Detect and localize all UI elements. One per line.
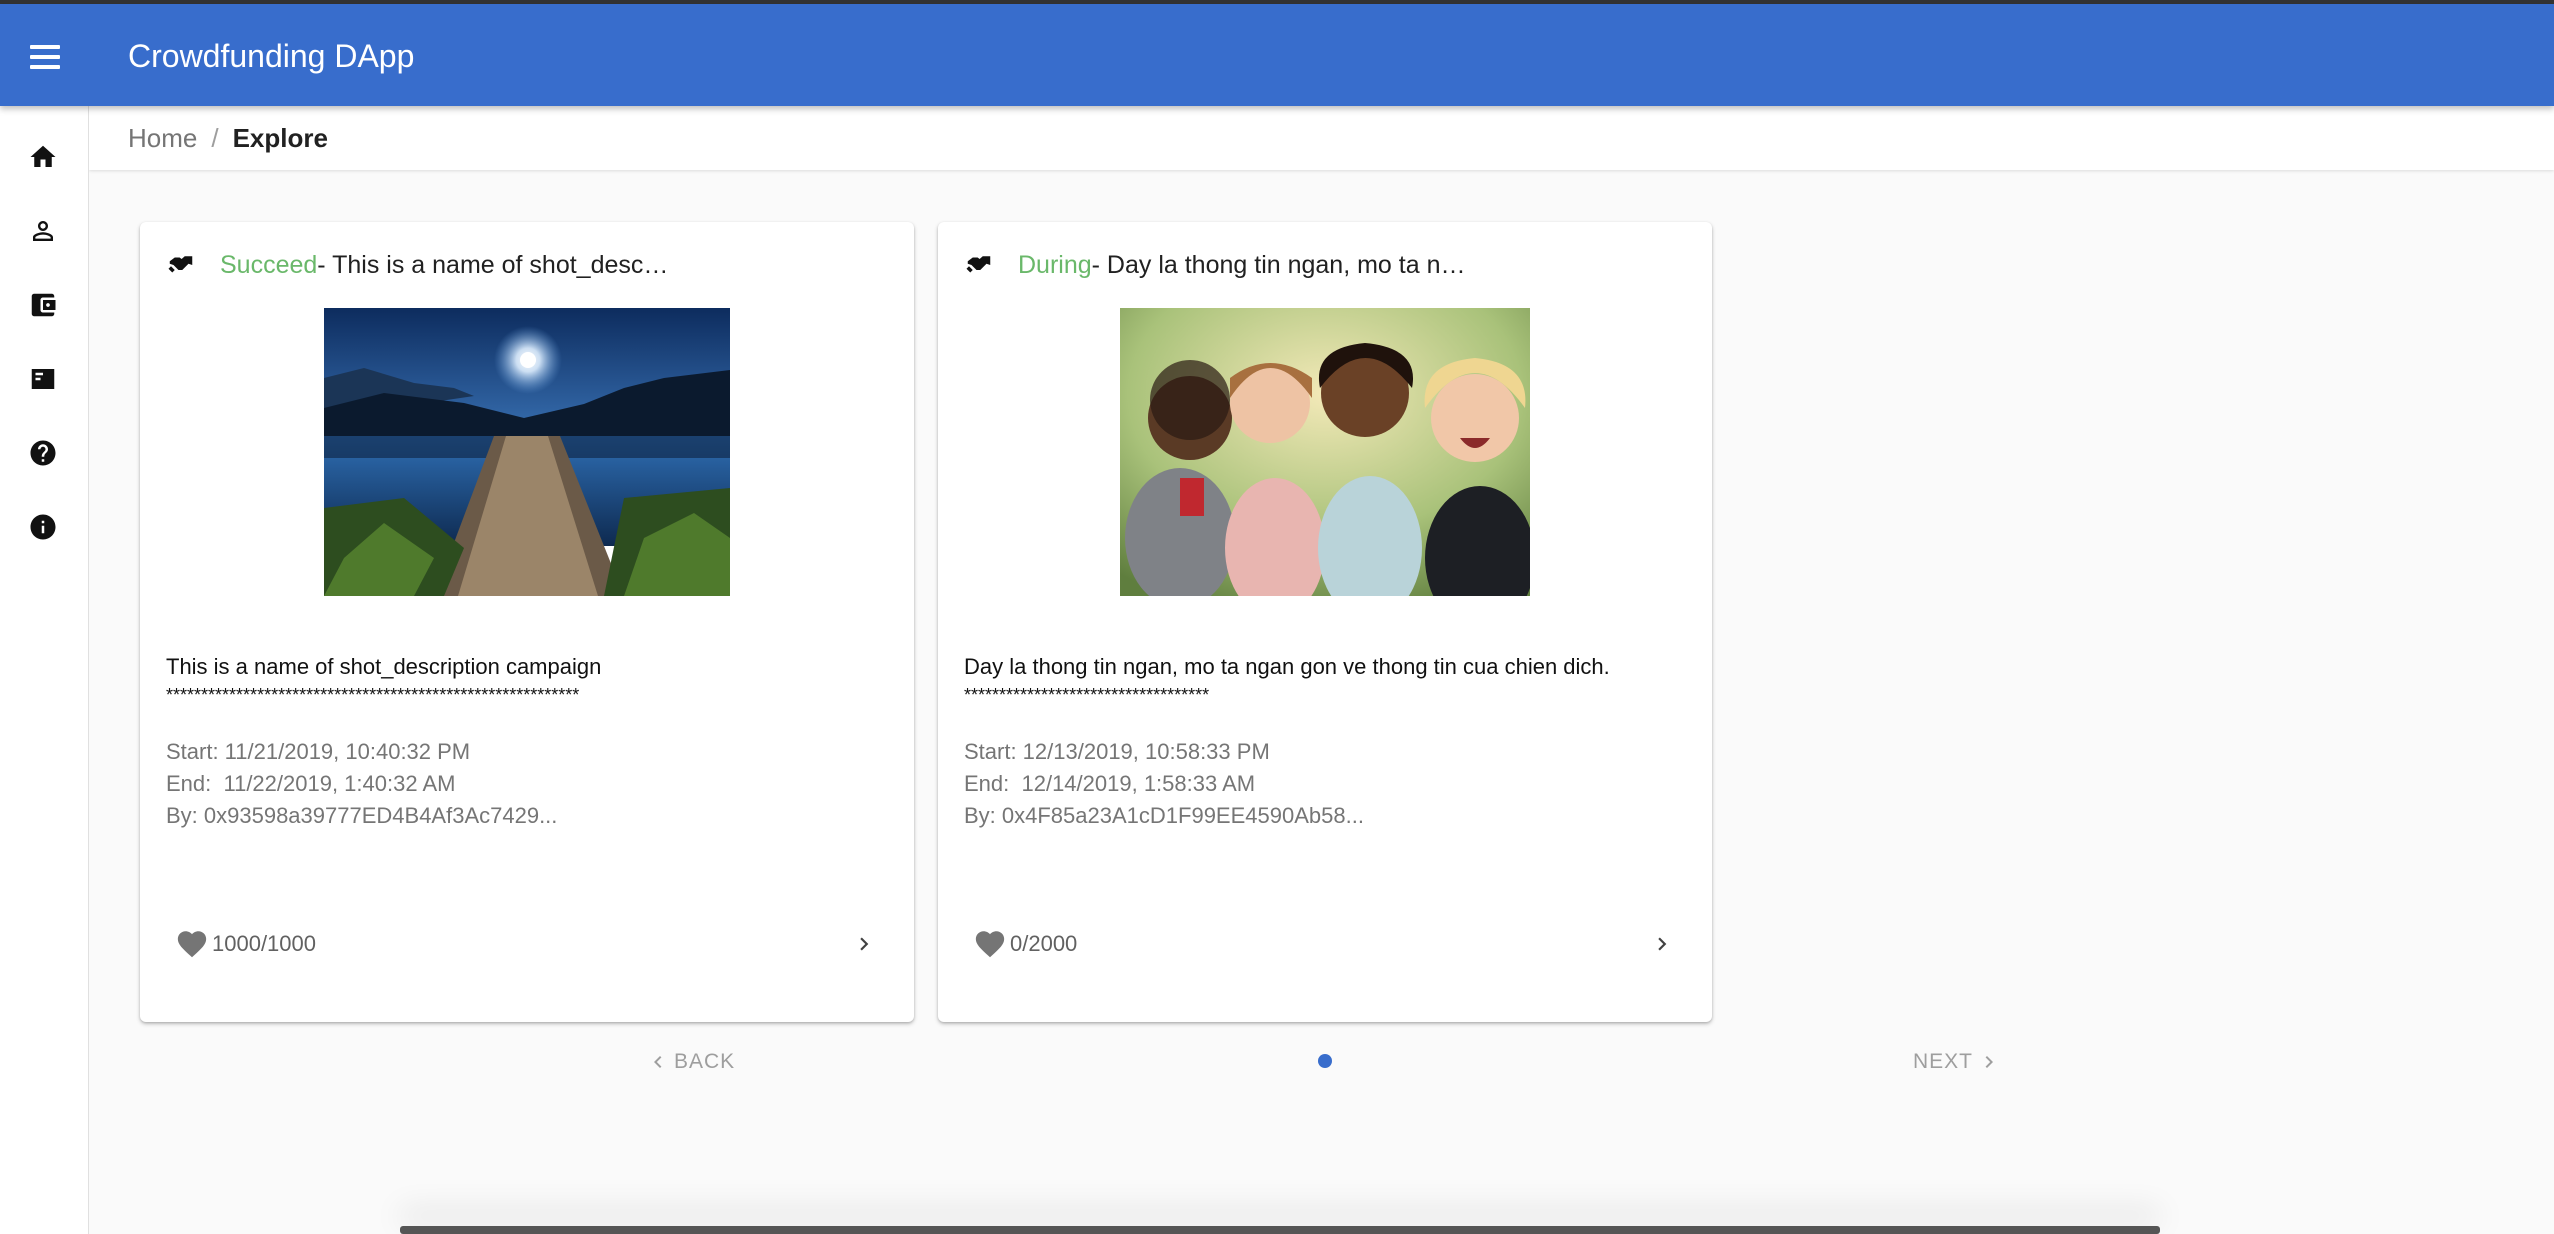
campaign-description-text: Day la thong tin ngan, mo ta ngan gon ve…: [964, 654, 1610, 679]
person-icon: [33, 221, 53, 241]
sidebar-item-help[interactable]: [20, 430, 66, 476]
breadcrumb-current: Explore: [232, 122, 328, 153]
back-label: BACK: [674, 1050, 736, 1073]
sidebar-item-campaigns[interactable]: [20, 356, 66, 402]
campaign-end: End: 11/22/2019, 1:40:32 AM: [166, 771, 456, 796]
campaign-description-stars: ***********************************: [964, 685, 1210, 705]
campaign-meta: Start: 11/21/2019, 10:40:32 PM End: 11/2…: [166, 736, 557, 832]
menu-icon[interactable]: [22, 34, 68, 80]
campaign-card: Succeed - This is a name of shot_desc… T…: [140, 222, 914, 1022]
campaign-description-stars: ****************************************…: [166, 685, 580, 705]
campaign-end: End: 12/14/2019, 1:58:33 AM: [964, 771, 1256, 796]
next-button[interactable]: NEXT: [1913, 1044, 2001, 1080]
info-icon: [30, 514, 56, 540]
app-title: Crowdfunding DApp: [128, 38, 415, 74]
bottom-panel-edge: [400, 1226, 2160, 1234]
handshake-icon: [166, 250, 196, 280]
campaign-detail-button[interactable]: [844, 924, 884, 964]
back-button[interactable]: BACK: [646, 1044, 735, 1080]
chevron-right-icon: [860, 937, 869, 951]
campaign-card-actions: 1000/1000: [174, 922, 884, 966]
campaign-card-actions: 0/2000: [972, 922, 1682, 966]
campaign-description: This is a name of shot_description campa…: [166, 652, 886, 704]
app-bar: Crowdfunding DApp: [0, 4, 2554, 106]
campaign-start: Start: 11/21/2019, 10:40:32 PM: [166, 739, 471, 764]
sidebar-item-wallet[interactable]: [20, 282, 66, 328]
wallet-icon: [31, 293, 56, 317]
chevron-right-icon: [1658, 937, 1667, 951]
campaign-status: Succeed: [220, 250, 318, 279]
campaign-owner: By: 0x93598a39777ED4B4Af3Ac7429...: [166, 803, 558, 828]
home-icon: [30, 145, 56, 167]
sidebar-item-home[interactable]: [20, 134, 66, 180]
sidebar-item-about[interactable]: [20, 504, 66, 550]
campaign-start: Start: 12/13/2019, 10:58:33 PM: [964, 739, 1270, 764]
like-button[interactable]: 0/2000: [972, 927, 1077, 961]
handshake-icon: [964, 250, 994, 280]
sidebar: [0, 106, 89, 1234]
next-label: NEXT: [1913, 1050, 1974, 1073]
campaign-title: - This is a name of shot_desc…: [317, 250, 669, 279]
breadcrumb-home-link[interactable]: Home: [128, 123, 197, 154]
campaign-image[interactable]: [1120, 308, 1530, 596]
breadcrumb: Home / Explore: [89, 106, 2554, 170]
like-count: 0/2000: [1010, 931, 1078, 956]
like-button[interactable]: 1000/1000: [174, 927, 316, 961]
sidebar-item-profile[interactable]: [20, 208, 66, 254]
campaign-image[interactable]: [324, 308, 730, 596]
campaign-card-header: During - Day la thong tin ngan, mo ta n…: [964, 248, 1465, 282]
breadcrumb-separator: /: [211, 122, 219, 153]
campaign-description-text: This is a name of shot_description campa…: [166, 654, 602, 679]
chevron-right-icon: [1985, 1056, 1994, 1068]
campaign-status: During: [1018, 250, 1092, 279]
heart-icon: [177, 931, 207, 958]
campaign-card-header: Succeed - This is a name of shot_desc…: [166, 248, 668, 282]
campaign-card: During - Day la thong tin ngan, mo ta n…: [938, 222, 1712, 1022]
campaign-detail-button[interactable]: [1642, 924, 1682, 964]
chevron-left-icon: [654, 1056, 662, 1068]
pagination-dot[interactable]: [1318, 1054, 1332, 1068]
heart-icon: [975, 931, 1005, 958]
campaign-list-icon: [31, 369, 55, 389]
campaign-description: Day la thong tin ngan, mo ta ngan gon ve…: [964, 652, 1684, 704]
like-count: 1000/1000: [212, 931, 316, 956]
campaign-owner: By: 0x4F85a23A1cD1F99EE4590Ab58...: [964, 803, 1364, 828]
help-icon: [30, 440, 56, 466]
campaign-title: - Day la thong tin ngan, mo ta n…: [1091, 250, 1466, 279]
campaign-meta: Start: 12/13/2019, 10:58:33 PM End: 12/1…: [964, 736, 1364, 832]
